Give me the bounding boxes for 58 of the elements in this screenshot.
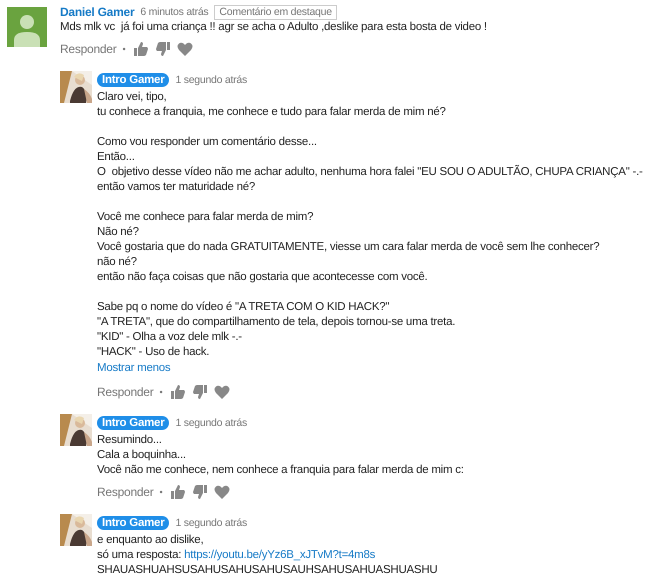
timestamp: 1 segundo atrás bbox=[175, 417, 247, 429]
author-badge[interactable]: Intro Gamer bbox=[97, 416, 170, 430]
separator-dot: • bbox=[159, 487, 162, 497]
comment-text: "A TRETA", que do compartilhamento de tela, depois tornou-se uma treta. bbox=[97, 315, 456, 330]
link[interactable]: https://youtu.be/yYz6B_xJTvM?t=4m8s bbox=[184, 549, 376, 561]
comment-text: então vamos ter maturidade né? bbox=[97, 180, 256, 195]
like-button[interactable] bbox=[170, 384, 186, 400]
show-less-link[interactable]: Mostrar menos bbox=[97, 361, 643, 376]
timestamp: 1 segundo atrás bbox=[175, 74, 247, 86]
comment-text: Você não me conhece, nem conhece a franquia para falar merda de mim c: bbox=[97, 463, 464, 478]
thumbs-up-icon bbox=[170, 384, 186, 400]
separator-dot: • bbox=[122, 44, 126, 54]
comment-text: não né? bbox=[97, 255, 138, 270]
reply-link[interactable]: Responder bbox=[97, 385, 154, 399]
comment-text: "HACK" - Uso de hack. bbox=[97, 345, 210, 360]
thumbs-up-icon bbox=[133, 41, 150, 57]
comment-text: Cala a boquinha... bbox=[97, 448, 187, 463]
comment-text: Resumindo... bbox=[97, 433, 163, 448]
heart-icon bbox=[177, 41, 194, 57]
heart-button[interactable] bbox=[177, 41, 194, 57]
thumbs-down-icon bbox=[192, 384, 208, 400]
comment-text: tu conhece a franquia, me conhece e tudo para falar merda de mim né? bbox=[97, 105, 447, 120]
avatar-icon bbox=[7, 7, 47, 47]
highlight-badge: Comentário em destaque bbox=[214, 4, 337, 20]
author-name[interactable]: Daniel Gamer bbox=[60, 5, 134, 19]
comment-text: Como vou responder um comentário desse... bbox=[97, 135, 318, 150]
heart-icon bbox=[214, 384, 230, 400]
heart-button[interactable] bbox=[214, 484, 230, 500]
comment-text: "KID" - Olha a voz dele mlk -.- bbox=[97, 330, 243, 345]
heart-icon bbox=[214, 484, 230, 500]
timestamp: 6 minutos atrás bbox=[140, 6, 208, 18]
reply-link[interactable]: Responder bbox=[60, 42, 116, 56]
thumbs-down-icon bbox=[192, 484, 208, 500]
dislike-button[interactable] bbox=[155, 41, 172, 57]
thumbs-down-icon bbox=[155, 41, 172, 57]
comment-text: O objetivo desse vídeo não me achar adulto, nenhuma hora falei "EU SOU O ADULTÃO, CHUPA CRIANÇA" -.- bbox=[97, 165, 643, 180]
comment-text: Sabe pq o nome do vídeo é "A TRETA COM O KID HACK?" bbox=[97, 300, 390, 315]
comment-text: Você gostaria que do nada GRATUITAMENTE, viesse um cara falar merda de você sem lhe conhecer? bbox=[97, 240, 600, 255]
dislike-button[interactable] bbox=[192, 484, 208, 500]
author-badge[interactable]: Intro Gamer bbox=[97, 516, 170, 530]
comment-text: então não faça coisas que não gostaria que acontecesse com você. bbox=[97, 270, 429, 285]
author-badge[interactable]: Intro Gamer bbox=[97, 73, 170, 87]
heart-button[interactable] bbox=[214, 384, 230, 400]
comment-text: Você me conhece para falar merda de mim? bbox=[97, 210, 314, 225]
comment-text: Claro vei, tipo, bbox=[97, 90, 168, 105]
reply-link[interactable]: Responder bbox=[97, 485, 154, 499]
comment-text: Então... bbox=[97, 150, 136, 165]
dislike-button[interactable] bbox=[192, 384, 208, 400]
comment-text: SHAUASHUAHSUSAHUSAHUSAHUSAUHSAHUSAHUASHUASHU bbox=[97, 563, 438, 578]
comment-text: só uma resposta: bbox=[97, 549, 182, 561]
like-button[interactable] bbox=[170, 484, 186, 500]
separator-dot: • bbox=[159, 387, 162, 397]
comment-text: Mds mlk vc já foi uma criança !! agr se acha o Adulto ,deslike para esta bosta de video ! bbox=[60, 20, 487, 35]
comment-text: e enquanto ao dislike, bbox=[97, 533, 204, 548]
timestamp: 1 segundo atrás bbox=[175, 517, 247, 529]
thumbs-up-icon bbox=[170, 484, 186, 500]
comment-text: Não né? bbox=[97, 225, 140, 240]
like-button[interactable] bbox=[133, 41, 150, 57]
